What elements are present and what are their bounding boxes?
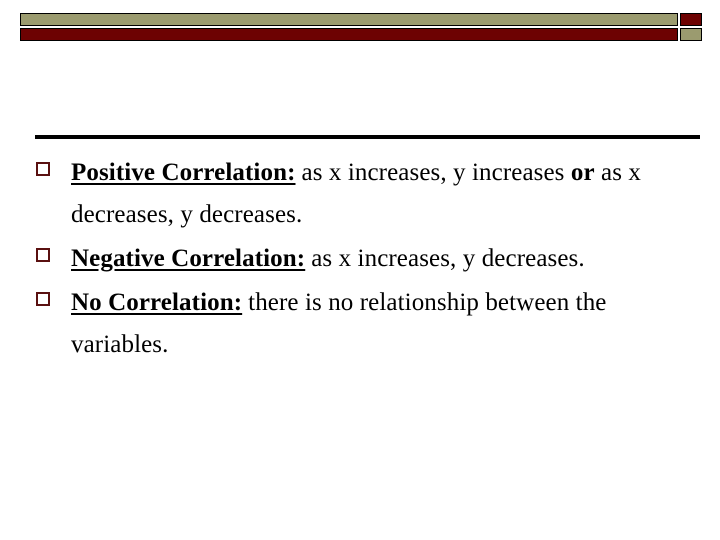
list-item-body-before: as x increases, y decreases. (311, 245, 585, 272)
title-divider-rule (35, 135, 700, 139)
square-bullet-icon (36, 248, 50, 262)
header-band-bottom-row (20, 28, 702, 41)
bullet-list: Positive Correlation: as x increases, y i… (36, 152, 684, 368)
square-bullet-icon (36, 162, 50, 176)
list-item-text: Positive Correlation: as x increases, y i… (71, 152, 684, 236)
list-item-term: Negative Correlation: (71, 245, 306, 272)
header-top-long-bar (20, 13, 678, 26)
header-bottom-long-bar (20, 28, 678, 41)
list-item-term: No Correlation: (71, 289, 243, 316)
list-item: No Correlation: there is no relationship … (36, 282, 684, 366)
list-item-body-before: as x increases, y increases (301, 159, 571, 186)
header-bottom-end-block (680, 28, 702, 41)
list-item: Positive Correlation: as x increases, y i… (36, 152, 684, 236)
list-item-emphasis: or (570, 159, 595, 186)
list-item-text: No Correlation: there is no relationship … (71, 282, 684, 366)
header-band-top-row (20, 13, 702, 26)
decorative-header-band (20, 13, 702, 41)
header-top-end-block (680, 13, 702, 26)
list-item-text: Negative Correlation: as x increases, y d… (71, 238, 684, 280)
slide-canvas: Positive Correlation: as x increases, y i… (0, 0, 720, 540)
list-item: Negative Correlation: as x increases, y d… (36, 238, 684, 280)
list-item-term: Positive Correlation: (71, 159, 296, 186)
square-bullet-icon (36, 292, 50, 306)
